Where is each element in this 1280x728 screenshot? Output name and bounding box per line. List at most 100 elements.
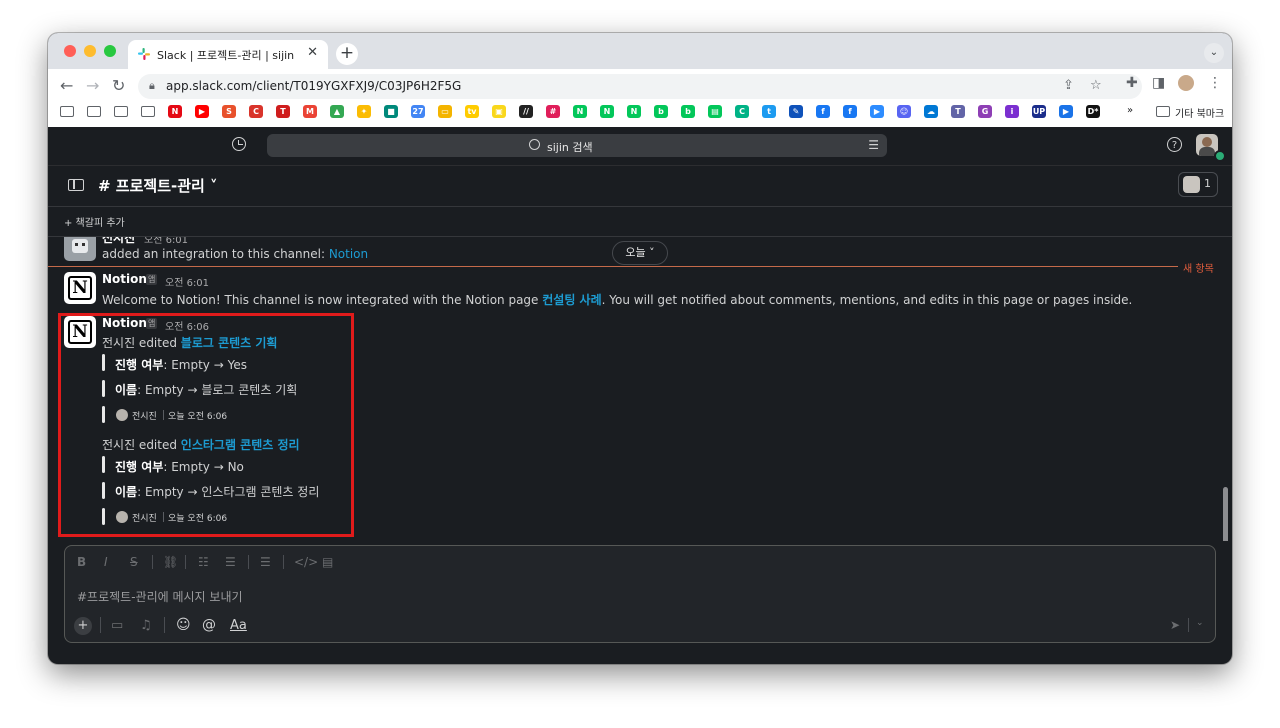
tab-close-icon[interactable]: ✕ xyxy=(307,45,318,60)
formatting-toggle-button[interactable]: Aa xyxy=(230,618,247,633)
bookmarks-overflow-icon[interactable]: » xyxy=(1127,105,1133,116)
g-icon[interactable]: G xyxy=(978,105,992,118)
ordered-list-icon[interactable]: ☷ xyxy=(198,555,209,569)
bulleted-list-icon[interactable]: ☰ xyxy=(225,555,236,569)
link-icon[interactable]: ✎ xyxy=(789,105,803,118)
dstar-icon[interactable]: D* xyxy=(1086,105,1100,118)
blockquote-icon[interactable]: ☰ xyxy=(260,555,271,569)
message-time[interactable]: 오전 6:01 xyxy=(144,237,188,246)
day-divider-button[interactable]: 오늘 ˅ xyxy=(612,241,668,265)
facebook-icon[interactable]: f xyxy=(816,105,830,118)
profile-avatar[interactable] xyxy=(1178,75,1194,91)
folder-icon[interactable] xyxy=(141,106,155,117)
extensions-icon[interactable]: ✚ xyxy=(1126,75,1138,91)
twitter-icon[interactable]: t xyxy=(762,105,776,118)
c-icon[interactable]: C xyxy=(249,105,263,118)
help-icon[interactable]: ? xyxy=(1167,137,1182,152)
user-avatar[interactable] xyxy=(64,237,96,261)
search-bar[interactable]: sijin 검색 ☰ xyxy=(267,134,887,157)
stripe-icon[interactable]: // xyxy=(519,105,533,118)
s-icon[interactable]: S xyxy=(222,105,236,118)
store-icon[interactable]: ▤ xyxy=(708,105,722,118)
browser-tab[interactable]: Slack | 프로젝트-관리 | sijin ✕ xyxy=(128,40,328,69)
chrome-menu-icon[interactable]: ⋮ xyxy=(1208,75,1222,91)
history-clock-icon[interactable] xyxy=(232,137,246,151)
folder-icon[interactable] xyxy=(87,106,101,117)
members-button[interactable]: 1 xyxy=(1178,172,1218,197)
new-tab-button[interactable]: + xyxy=(336,43,358,65)
naver-icon[interactable]: N xyxy=(573,105,587,118)
forward-arrow-icon[interactable]: → xyxy=(86,76,99,95)
tab-search-chevron-icon[interactable]: ⌄ xyxy=(1204,43,1224,63)
strikethrough-icon[interactable]: S xyxy=(130,555,138,569)
slack-icon[interactable]: # xyxy=(546,105,560,118)
t-icon[interactable]: T xyxy=(276,105,290,118)
channel-header: # 프로젝트-관리 ˅ 1 xyxy=(48,165,1232,207)
share-icon[interactable]: ⇪ xyxy=(1063,78,1074,93)
meet-icon[interactable]: ■ xyxy=(384,105,398,118)
notion-link[interactable]: Notion xyxy=(329,247,368,261)
message-sender[interactable]: 전시진 xyxy=(102,237,135,246)
format-separator xyxy=(152,555,153,569)
side-panel-icon[interactable]: ◨ xyxy=(1152,75,1165,91)
tv-icon[interactable]: ▣ xyxy=(492,105,506,118)
blog-icon[interactable]: b xyxy=(681,105,695,118)
add-bookmark-button[interactable]: + 책갈피 추가 xyxy=(64,214,125,229)
channel-name[interactable]: # 프로젝트-관리 ˅ xyxy=(98,175,218,196)
close-window-button[interactable] xyxy=(64,45,76,57)
photos-icon[interactable]: ✦ xyxy=(357,105,371,118)
cafe-icon[interactable]: C xyxy=(735,105,749,118)
address-bar[interactable]: 🔒︎ app.slack.com/client/T019YGXFXJ9/C03J… xyxy=(138,74,1142,99)
message-sender[interactable]: Notion xyxy=(102,272,147,286)
search-filter-icon[interactable]: ☰ xyxy=(868,138,879,152)
microphone-icon[interactable]: ♫ xyxy=(140,618,152,633)
video-clip-icon[interactable]: ▭ xyxy=(111,618,123,633)
vod-icon[interactable]: tv xyxy=(465,105,479,118)
composer-separator xyxy=(100,617,101,633)
message-scrollbar[interactable] xyxy=(1223,487,1228,541)
attach-plus-button[interactable]: + xyxy=(74,617,92,635)
netflix-icon[interactable]: N xyxy=(168,105,182,118)
play-icon[interactable]: ▶ xyxy=(1059,105,1073,118)
code-icon[interactable]: </> xyxy=(294,555,318,569)
blog-icon[interactable]: b xyxy=(654,105,668,118)
naver-icon[interactable]: N xyxy=(600,105,614,118)
bookmark-star-icon[interactable]: ☆ xyxy=(1090,78,1102,93)
youtube-icon[interactable]: ▶ xyxy=(195,105,209,118)
message-input[interactable]: #프로젝트-관리에 메시지 보내기 xyxy=(77,588,243,605)
onedrive-icon[interactable]: ☁ xyxy=(924,105,938,118)
gmail-icon[interactable]: M xyxy=(303,105,317,118)
chevron-down-icon[interactable]: ⌄ xyxy=(1196,618,1204,628)
composer-separator xyxy=(164,617,165,633)
drive-icon[interactable]: ▲ xyxy=(330,105,344,118)
discord-icon[interactable]: ☺ xyxy=(897,105,911,118)
info-icon[interactable]: i xyxy=(1005,105,1019,118)
slides-icon[interactable]: ▭ xyxy=(438,105,452,118)
up-icon[interactable]: UP xyxy=(1032,105,1046,118)
teams-icon[interactable]: T xyxy=(951,105,965,118)
notion-avatar[interactable]: N xyxy=(64,272,96,304)
message-text: Welcome to Notion! This channel is now i… xyxy=(102,291,1132,308)
bold-icon[interactable]: B xyxy=(77,555,86,569)
message-time[interactable]: 오전 6:01 xyxy=(165,274,209,289)
naver-icon[interactable]: N xyxy=(627,105,641,118)
emoji-icon[interactable]: ☺ xyxy=(176,617,191,633)
folder-icon[interactable] xyxy=(60,106,74,117)
facebook-icon[interactable]: f xyxy=(843,105,857,118)
code-block-icon[interactable]: ▤ xyxy=(322,555,333,569)
link-icon[interactable]: ⛓ xyxy=(163,555,178,569)
zoom-icon[interactable]: ▶ xyxy=(870,105,884,118)
folder-icon[interactable] xyxy=(114,106,128,117)
mention-icon[interactable]: @ xyxy=(202,617,216,633)
page-link[interactable]: 컨설팅 사례 xyxy=(542,293,601,307)
send-icon[interactable]: ➤ xyxy=(1170,618,1180,632)
slack-top-bar: sijin 검색 ☰ ? xyxy=(48,127,1232,166)
italic-icon[interactable]: I xyxy=(104,555,108,569)
zoom-window-button[interactable] xyxy=(104,45,116,57)
minimize-window-button[interactable] xyxy=(84,45,96,57)
back-arrow-icon[interactable]: ← xyxy=(60,76,73,95)
other-bookmarks[interactable]: 기타 북마크 xyxy=(1175,105,1224,120)
sidebar-toggle-icon[interactable] xyxy=(68,179,84,191)
reload-icon[interactable]: ↻ xyxy=(112,76,125,95)
calendar-icon[interactable]: 27 xyxy=(411,105,425,118)
